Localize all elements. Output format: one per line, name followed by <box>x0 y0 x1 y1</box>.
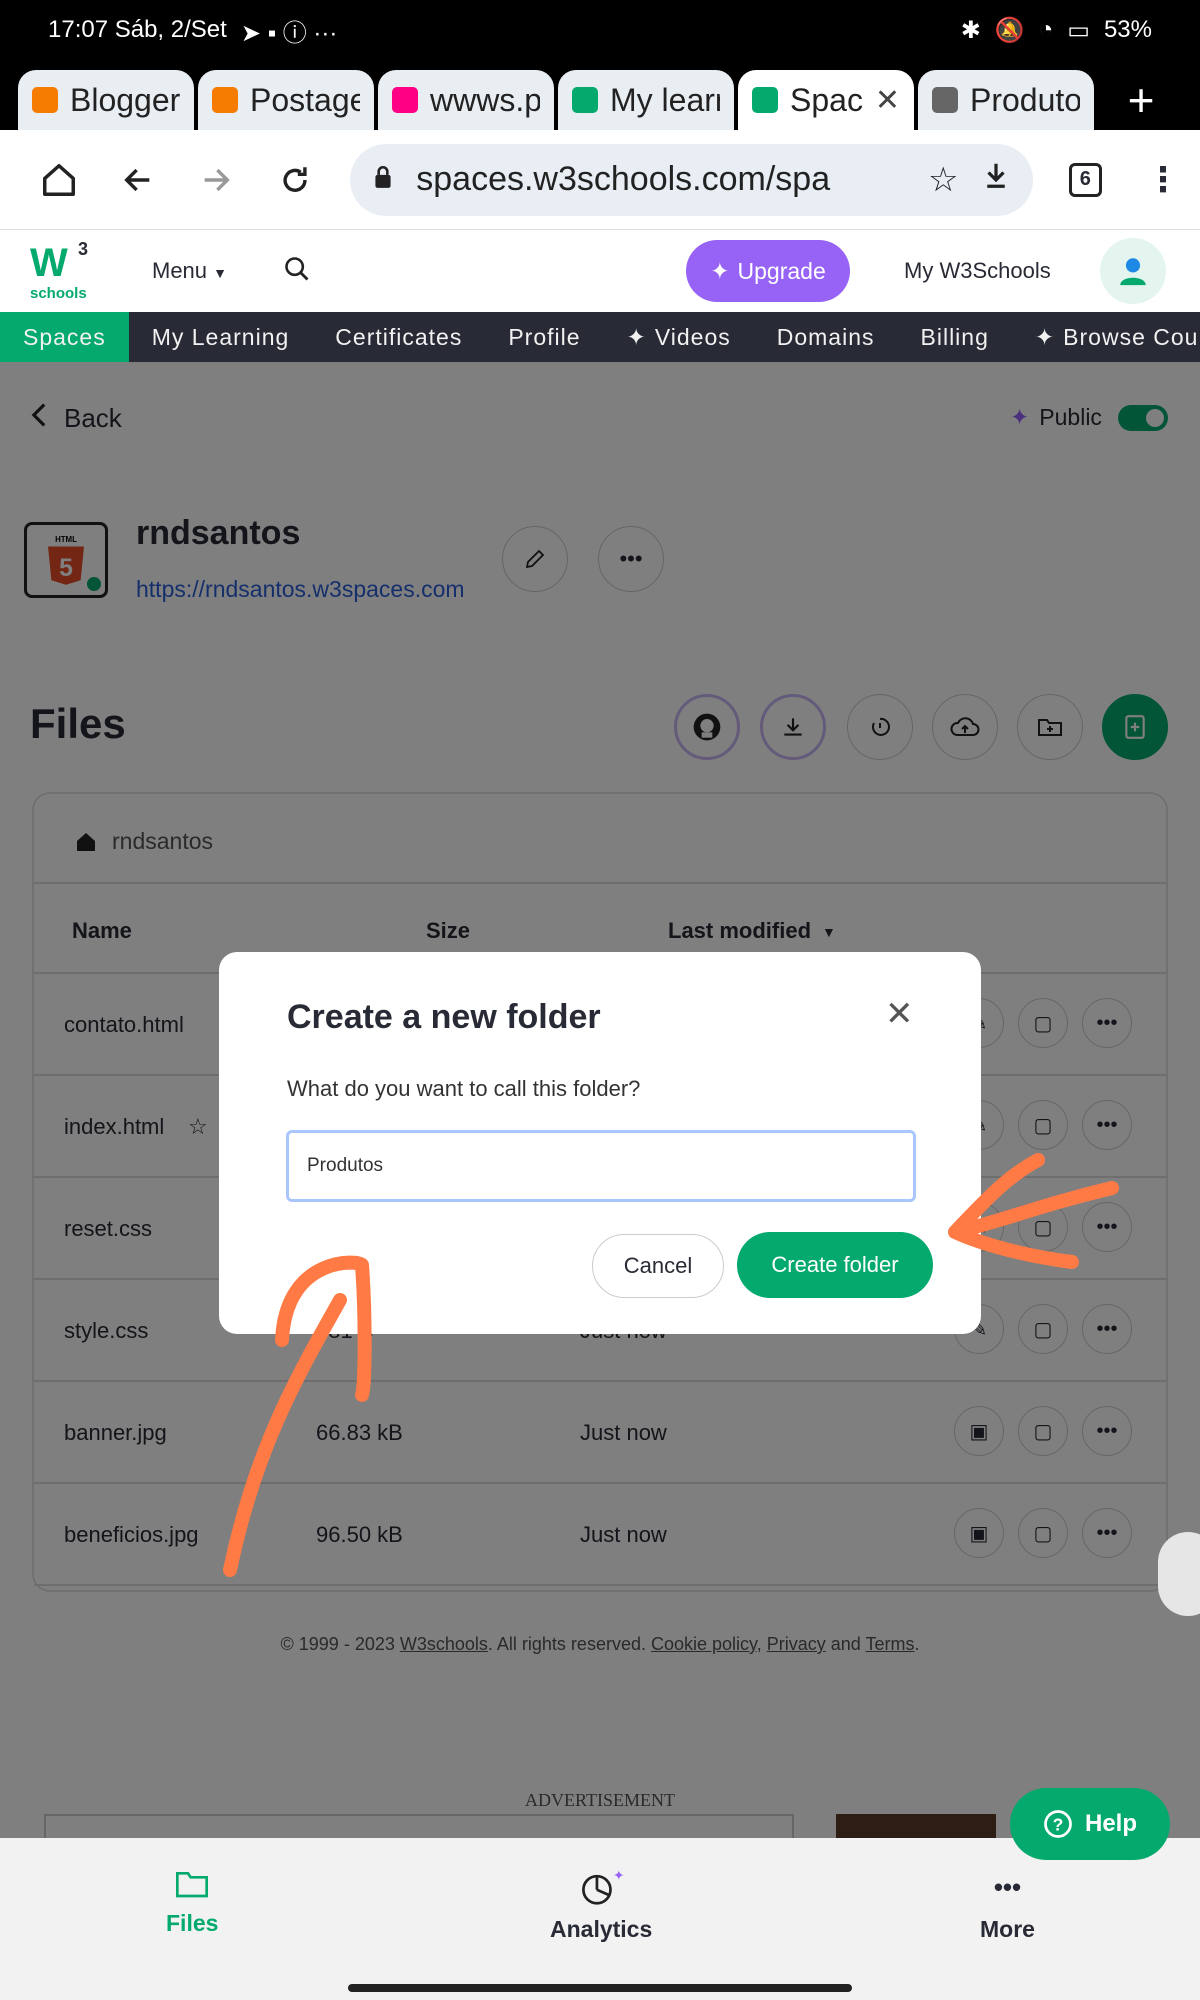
sparkle-icon: ✦ <box>626 323 647 350</box>
side-tab-handle[interactable] <box>1158 1532 1200 1616</box>
browser-tab-strip: Blogger: Postage wwws.p My learn Spac ✕ Produt… <box>0 60 1200 130</box>
user-avatar-icon[interactable] <box>1100 238 1166 304</box>
cancel-button[interactable]: Cancel <box>592 1234 724 1298</box>
bookmark-star-icon[interactable]: ☆ <box>928 160 958 200</box>
home-icon[interactable] <box>20 140 99 220</box>
flickr-icon <box>392 87 418 113</box>
browser-tab-label: Blogger: <box>70 81 180 118</box>
menu-button[interactable]: Menu ▼ <box>152 258 227 284</box>
browser-tab-label: Produtos <box>970 81 1080 118</box>
menu-label: Menu <box>152 258 208 283</box>
nav-item-label: Profile <box>508 323 581 350</box>
w3schools-logo[interactable]: W 3 schools <box>28 239 92 302</box>
w3schools-icon <box>752 87 778 113</box>
overflow-menu-icon[interactable]: ⋮ <box>1146 160 1180 200</box>
nav-item-label: Domains <box>776 323 875 350</box>
battery-level: 53% <box>1103 16 1152 43</box>
browser-toolbar: spaces.w3schools.com/spa ☆ 6 ⋮ <box>0 130 1200 230</box>
bottom-nav-files[interactable]: Files <box>166 1868 218 1937</box>
bottom-nav-more-label: More <box>980 1916 1035 1942</box>
folder-name-input[interactable] <box>286 1130 916 1202</box>
more-dots-icon: ••• <box>993 1872 1022 1902</box>
forward-arrow-icon[interactable] <box>177 140 256 220</box>
blogger-icon <box>212 87 238 113</box>
bluetooth-icon: ✱ <box>960 16 981 44</box>
status-bar: 17:07 Sáb, 2/Set ➤ ▪ ⓘ ··· ✱ 🔕 ◔ ▭ 53% <box>0 0 1200 60</box>
nav-item-label: Videos <box>654 323 731 350</box>
logo-w: W <box>30 241 68 285</box>
logo-sup: 3 <box>78 239 89 259</box>
battery-icon: ▭ <box>1067 16 1090 44</box>
bottom-nav-analytics[interactable]: ✦ Analytics <box>550 1868 652 1943</box>
status-time: 17:07 Sáb, 2/Set <box>48 16 227 43</box>
gesture-bar <box>348 1984 852 1992</box>
nav-item-label: Certificates <box>335 323 463 350</box>
site-header: W 3 schools Menu ▼ ✦ Upgrade My W3School… <box>0 230 1200 312</box>
w3schools-icon <box>572 87 598 113</box>
nav-item-label: Browse Cour <box>1063 323 1200 350</box>
help-label: Help <box>1084 1810 1137 1837</box>
globe-icon <box>932 87 958 113</box>
address-url[interactable]: spaces.w3schools.com/spa <box>416 160 906 199</box>
nav-item[interactable]: Spaces <box>0 312 129 362</box>
nav-item[interactable]: Billing <box>898 312 1012 362</box>
close-tab-icon[interactable]: ✕ <box>875 83 900 118</box>
bottom-nav-files-label: Files <box>166 1910 219 1936</box>
nav-item[interactable]: Certificates <box>312 312 485 362</box>
dialog-title: Create a new folder <box>287 998 601 1036</box>
tab-switcher-button[interactable]: 6 <box>1068 162 1103 197</box>
browser-tab[interactable]: Blogger: <box>18 70 194 130</box>
browser-tab-label: Spac <box>790 81 863 118</box>
sparkle-icon: ✦ <box>1034 323 1056 350</box>
browser-tab[interactable]: Produtos <box>918 70 1094 130</box>
search-icon[interactable] <box>283 255 311 288</box>
nav-item-label: My Learning <box>151 323 290 350</box>
create-folder-dialog: Create a new folder ✕ What do you want t… <box>219 952 981 1334</box>
folder-icon <box>176 1872 209 1898</box>
logo-text: schools <box>30 285 87 302</box>
create-folder-button[interactable]: Create folder <box>737 1232 933 1298</box>
svg-text:✦: ✦ <box>613 1868 624 1883</box>
browser-tab[interactable]: My learn <box>558 70 734 130</box>
lock-icon <box>372 160 394 199</box>
sparkle-icon: ✦ <box>710 257 730 284</box>
close-icon[interactable]: ✕ <box>885 994 914 1034</box>
browser-tab-label: wwws.p <box>430 81 540 118</box>
browser-tab[interactable]: wwws.p <box>378 70 554 130</box>
nav-item[interactable]: My Learning <box>129 312 313 362</box>
nav-item[interactable]: Domains <box>754 312 898 362</box>
my-w3schools-link[interactable]: My W3Schools <box>904 258 1051 284</box>
back-arrow-icon[interactable] <box>99 140 178 220</box>
address-bar[interactable]: spaces.w3schools.com/spa ☆ <box>350 143 1033 216</box>
upgrade-label: Upgrade <box>737 257 826 284</box>
dialog-question: What do you want to call this folder? <box>287 1076 641 1101</box>
nav-item[interactable]: Profile <box>485 312 603 362</box>
browser-tab[interactable]: Postage <box>198 70 374 130</box>
nav-item-label: Spaces <box>23 323 106 350</box>
wifi-icon: ◔ <box>1038 16 1054 43</box>
nav-item[interactable]: ✦ Browse Cour <box>1012 312 1200 362</box>
telegram-icon: ➤ ▪ ⓘ ··· <box>240 19 338 47</box>
nav-item-label: Billing <box>920 323 989 350</box>
svg-text:?: ? <box>1053 1814 1064 1834</box>
bottom-nav-more[interactable]: ••• More <box>980 1868 1035 1943</box>
spaces-nav: Spaces My Learning Certificates Profile ✦ Vid… <box>0 312 1200 362</box>
upgrade-button[interactable]: ✦ Upgrade <box>686 240 850 302</box>
bottom-nav-analytics-label: Analytics <box>550 1916 653 1942</box>
pie-chart-icon: ✦ <box>582 1868 624 1905</box>
caret-down-icon: ▼ <box>213 265 228 281</box>
browser-tab[interactable]: Spac ✕ <box>738 70 914 130</box>
browser-tab-label: Postage <box>250 81 360 118</box>
blogger-icon <box>32 87 58 113</box>
new-tab-icon[interactable]: + <box>1106 70 1176 130</box>
browser-tab-label: My learn <box>610 81 720 118</box>
bottom-nav: Files ✦ Analytics ••• More <box>0 1838 1200 2000</box>
nav-item[interactable]: ✦ Videos <box>604 312 754 362</box>
question-icon: ? <box>1044 1810 1072 1838</box>
help-button[interactable]: ? Help <box>1010 1788 1170 1860</box>
mute-icon: 🔕 <box>994 16 1025 44</box>
download-icon[interactable] <box>981 159 1011 200</box>
reload-icon[interactable] <box>256 140 335 220</box>
